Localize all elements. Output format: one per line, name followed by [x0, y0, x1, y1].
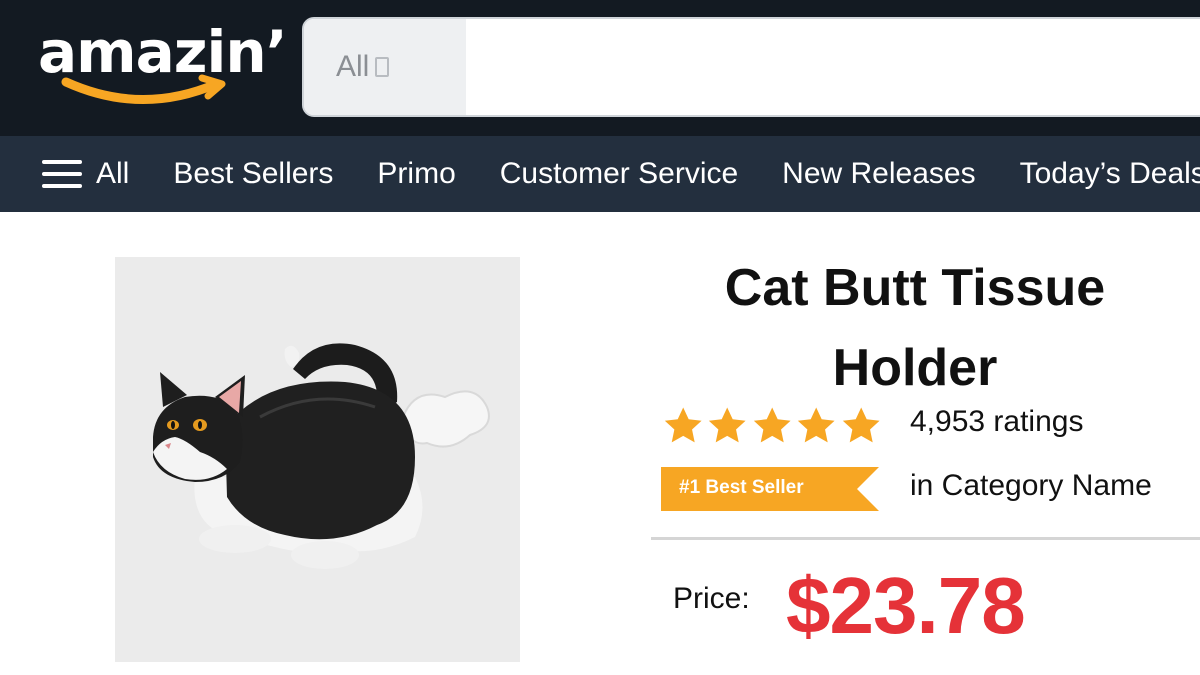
star-icon [798, 407, 835, 443]
hamburger-menu-icon [42, 160, 82, 188]
star-icon [709, 407, 746, 443]
star-icon [753, 407, 791, 443]
nav-link-customer-service[interactable]: Customer Service [500, 157, 738, 191]
nav-bar: All Best Sellers Primo Customer Service … [0, 136, 1200, 212]
cat-tissue-holder-image [153, 343, 490, 569]
nav-link-best-sellers[interactable]: Best Sellers [173, 157, 333, 191]
logo[interactable]: amazin’ [38, 14, 288, 114]
star-rating[interactable] [662, 404, 882, 450]
chevron-down-icon [375, 57, 390, 77]
logo-smile-icon [61, 74, 226, 104]
nav-link-new-releases[interactable]: New Releases [782, 157, 975, 191]
ratings-count-link[interactable]: 4,953 ratings [910, 405, 1083, 439]
nav-link-primo[interactable]: Primo [377, 157, 455, 191]
nav-all-menu[interactable]: All [42, 157, 129, 191]
product-image[interactable] [115, 257, 520, 662]
search-category-dropdown[interactable]: All [304, 19, 466, 115]
best-seller-label: #1 Best Seller [679, 477, 804, 498]
nav-links: Best Sellers Primo Customer Service New … [173, 157, 1200, 191]
price-label: Price: [673, 582, 750, 615]
top-header: amazin’ All [0, 0, 1200, 136]
best-seller-category-link[interactable]: in Category Name [910, 469, 1152, 503]
search-category-label: All [336, 50, 370, 83]
nav-all-label: All [96, 157, 130, 190]
price-value: $23.78 [786, 561, 1026, 650]
star-icon [664, 407, 702, 443]
divider [651, 537, 1200, 540]
star-icon [842, 407, 880, 443]
nav-link-todays-deals[interactable]: Today’s Deals [1020, 157, 1200, 191]
product-title: Cat Butt Tissue Holder [724, 259, 1106, 397]
best-seller-badge[interactable]: #1 Best Seller [661, 467, 879, 511]
search-bar: All [302, 17, 1200, 117]
search-input[interactable] [466, 19, 1200, 115]
